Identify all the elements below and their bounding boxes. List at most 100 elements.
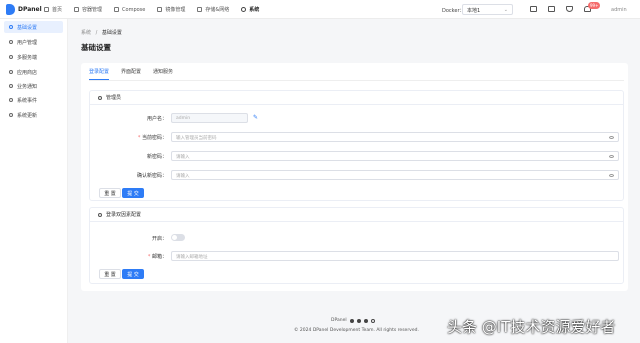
shield-icon[interactable] <box>566 6 573 12</box>
confirm-password-label: 确认新密码： <box>136 173 167 179</box>
nav-item-images[interactable]: 镜像管理 <box>157 6 185 13</box>
event-icon <box>9 98 13 102</box>
docker-select[interactable]: 本地1 ⌄ <box>462 4 513 15</box>
new-password-input[interactable]: 请输入 <box>171 151 619 161</box>
dpanel-logo-icon <box>6 4 15 15</box>
sidebar-item-label: 系统事件 <box>17 97 38 104</box>
chevron-down-icon: ⌄ <box>503 7 508 13</box>
page-title: 基础设置 <box>81 43 111 52</box>
sidebar-item-app-store[interactable]: 应用商店 <box>4 66 63 78</box>
tab-notify-service[interactable]: 通知服务 <box>153 68 173 80</box>
image-icon <box>157 7 163 12</box>
email-label: * 邮箱： <box>148 253 167 260</box>
tab-ui-config[interactable]: 界面配置 <box>121 68 141 80</box>
sidebar-item-label: 业务通知 <box>17 83 38 90</box>
nav-item-home[interactable]: 首页 <box>44 6 62 13</box>
compose-icon <box>114 7 120 12</box>
sidebar-item-notifications[interactable]: 业务通知 <box>4 80 63 92</box>
new-password-label: 新密码： <box>146 154 167 160</box>
twofa-section: 登录双因素配置 开启： * 邮箱： 请输入邮箱地址 重 置 提 交 <box>89 207 624 284</box>
username-input[interactable]: admin <box>171 113 248 123</box>
nav-item-compose[interactable]: Compose <box>114 6 145 13</box>
placeholder: 请输入 <box>176 174 190 179</box>
sidebar-item-basic-settings[interactable]: 基础设置 <box>4 21 63 33</box>
current-password-label: * 当前密码： <box>138 134 167 141</box>
twofa-section-title: 登录双因素配置 <box>106 212 142 218</box>
sidebar-item-label: 系统更新 <box>17 112 38 119</box>
nav-label: Compose <box>122 6 146 13</box>
admin-section: 管理员 用户名： admin ✎ * 当前密码： 输入管理员当前密码 新密码： … <box>89 90 624 201</box>
sidebar-item-label: 基础设置 <box>17 24 38 31</box>
sidebar-item-label: 多服务端 <box>17 54 38 61</box>
sidebar-item-updates[interactable]: 系统更新 <box>4 109 63 121</box>
footer-brand: DPanel <box>331 318 375 323</box>
help-icon[interactable] <box>370 318 375 323</box>
placeholder: 请输入邮箱地址 <box>176 255 208 260</box>
app-logo[interactable]: DPanel <box>6 4 42 15</box>
user-icon <box>9 40 13 44</box>
twofa-email-row: * 邮箱： 请输入邮箱地址 <box>90 251 625 261</box>
sidebar-item-label: 用户管理 <box>17 39 38 46</box>
placeholder: 输入管理员当前密码 <box>176 136 217 141</box>
eye-icon[interactable] <box>609 174 614 177</box>
settings-card: 登录配置 界面配置 通知服务 管理员 用户名： admin ✎ * 当前密码： … <box>81 63 628 291</box>
admin-reset-button[interactable]: 重 置 <box>99 188 121 198</box>
gear-icon <box>241 7 247 12</box>
twofa-reset-button[interactable]: 重 置 <box>99 269 121 279</box>
top-nav: 首页 容器管理 Compose 镜像管理 存储&网络 系统 <box>44 6 271 13</box>
docker-select-value: 本地1 <box>467 8 481 14</box>
email-input[interactable]: 请输入邮箱地址 <box>171 251 619 261</box>
info-icon[interactable] <box>548 6 555 12</box>
twofa-submit-button[interactable]: 提 交 <box>122 269 144 279</box>
github-icon[interactable] <box>349 318 354 323</box>
label-text: 邮箱： <box>151 254 167 260</box>
placeholder: 请输入 <box>176 155 190 160</box>
sidebar: 基础设置 用户管理 多服务端 应用商店 业务通知 系统事件 系统更新 <box>0 19 68 343</box>
nav-item-system[interactable]: 系统 <box>241 6 259 13</box>
settings-tabs: 登录配置 界面配置 通知服务 <box>89 68 185 80</box>
settings-icon <box>9 25 13 29</box>
eye-icon[interactable] <box>609 155 614 158</box>
nav-label: 首页 <box>52 7 63 13</box>
user-icon <box>98 95 102 100</box>
username-label: 用户名： <box>146 116 167 122</box>
copyright-text: © 2024 DPanel Development Team. All righ… <box>294 328 419 333</box>
eye-icon[interactable] <box>609 136 614 139</box>
current-password-input[interactable]: 输入管理员当前密码 <box>171 132 619 142</box>
sidebar-item-events[interactable]: 系统事件 <box>4 94 63 106</box>
username-row: 用户名： admin ✎ <box>90 113 625 123</box>
sidebar-item-multi-server[interactable]: 多服务端 <box>4 51 63 63</box>
edit-icon[interactable]: ✎ <box>253 114 258 121</box>
watermark: 头条 @IT技术资源爱好者 <box>447 318 616 336</box>
top-bar: DPanel 首页 容器管理 Compose 镜像管理 存储&网络 系统 Doc… <box>0 0 640 19</box>
sidebar-item-users[interactable]: 用户管理 <box>4 36 63 48</box>
user-menu[interactable]: admin <box>611 7 627 13</box>
cloud-icon <box>9 55 13 59</box>
terminal-icon[interactable] <box>530 6 537 12</box>
tabs-divider <box>89 80 624 81</box>
nav-label: 镜像管理 <box>165 7 186 13</box>
admin-submit-button[interactable]: 提 交 <box>122 188 144 198</box>
nav-item-storage[interactable]: 存储&网络 <box>197 6 229 13</box>
docker-icon[interactable] <box>363 318 368 323</box>
breadcrumb-current: 基础设置 <box>101 30 122 36</box>
confirm-password-input[interactable]: 请输入 <box>171 170 619 180</box>
nav-label: 容器管理 <box>82 7 103 13</box>
tab-login-config[interactable]: 登录配置 <box>89 68 110 80</box>
twofa-enable-row: 开启： <box>90 233 625 243</box>
admin-section-title: 管理员 <box>106 95 122 101</box>
breadcrumb: 系统 / 基础设置 <box>81 29 122 36</box>
breadcrumb-root[interactable]: 系统 <box>81 30 91 36</box>
admin-section-header: 管理员 <box>90 91 623 105</box>
home-icon <box>44 7 49 12</box>
notification-badge: 99+ <box>588 2 601 9</box>
nav-label: 存储&网络 <box>205 7 230 13</box>
toggle-knob <box>172 235 177 240</box>
gitee-icon[interactable] <box>356 318 361 323</box>
confirm-password-row: 确认新密码： 请输入 <box>90 170 625 180</box>
label-text: 当前密码： <box>141 135 167 141</box>
nav-item-containers[interactable]: 容器管理 <box>74 6 102 13</box>
current-password-row: * 当前密码： 输入管理员当前密码 <box>90 132 625 142</box>
sidebar-item-label: 应用商店 <box>17 69 38 76</box>
twofa-toggle[interactable] <box>171 234 185 241</box>
